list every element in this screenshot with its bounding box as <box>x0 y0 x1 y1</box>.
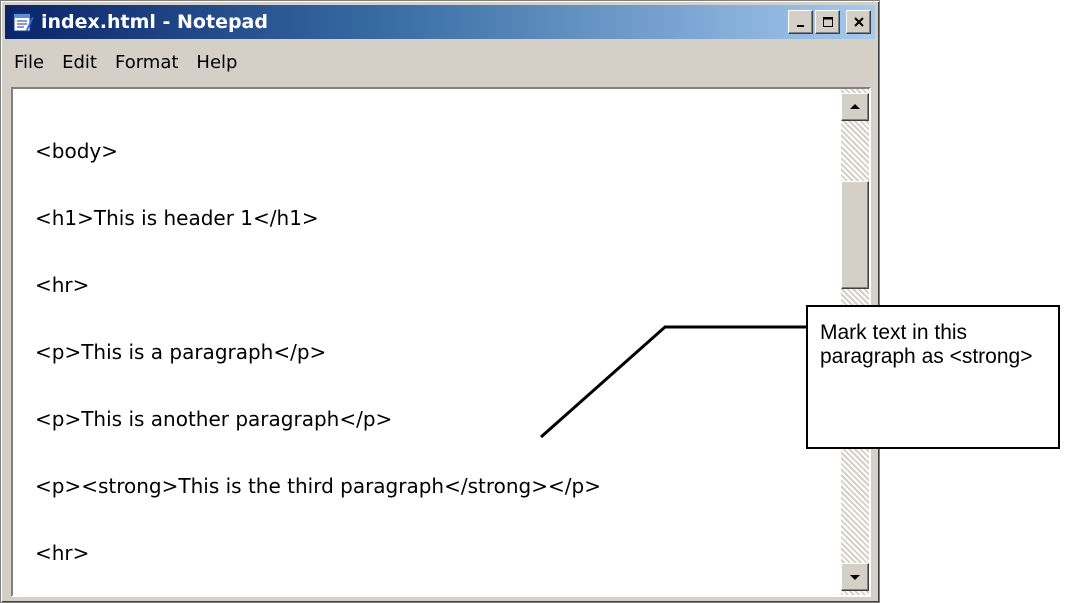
callout-text: Mark text in this paragraph as <strong> <box>820 321 1033 368</box>
screenshot: index.html - Notepad File Edit Format He… <box>0 0 1067 603</box>
menu-help[interactable]: Help <box>187 50 246 76</box>
editor-line: <hr> <box>35 273 90 297</box>
editor-line: <hr> <box>35 541 90 565</box>
scroll-up-button[interactable] <box>841 93 869 121</box>
arrow-down-icon <box>850 575 860 580</box>
arrow-up-icon <box>850 104 860 109</box>
editor-line: <p>This is another paragraph</p> <box>35 407 393 431</box>
editor-line: <h1>This is header 1</h1> <box>35 206 319 230</box>
maximize-icon <box>822 17 833 27</box>
close-button[interactable] <box>846 10 871 34</box>
editor-line: <p><strong>This is the third paragraph</… <box>35 474 601 498</box>
scroll-down-button[interactable] <box>841 563 869 591</box>
editor-line: <body> <box>35 139 118 163</box>
minimize-button[interactable] <box>788 10 813 34</box>
text-editor[interactable]: <body> <h1>This is header 1</h1> <hr> <p… <box>11 87 871 597</box>
menu-file[interactable]: File <box>5 50 53 76</box>
minimize-icon <box>796 25 804 27</box>
editor-content[interactable]: <body> <h1>This is header 1</h1> <hr> <p… <box>35 139 601 603</box>
window-title: index.html - Notepad <box>41 11 268 33</box>
menu-edit[interactable]: Edit <box>53 50 106 76</box>
maximize-button[interactable] <box>815 10 840 34</box>
menu-bar: File Edit Format Help <box>5 43 875 83</box>
callout-box: Mark text in this paragraph as <strong> <box>806 305 1060 449</box>
title-bar[interactable]: index.html - Notepad <box>5 5 875 39</box>
notepad-window: index.html - Notepad File Edit Format He… <box>0 0 880 603</box>
menu-format[interactable]: Format <box>106 50 187 76</box>
scroll-thumb[interactable] <box>841 181 869 289</box>
close-icon <box>853 17 864 27</box>
notepad-app-icon[interactable] <box>12 11 34 33</box>
editor-line: <p>This is a paragraph</p> <box>35 340 327 364</box>
